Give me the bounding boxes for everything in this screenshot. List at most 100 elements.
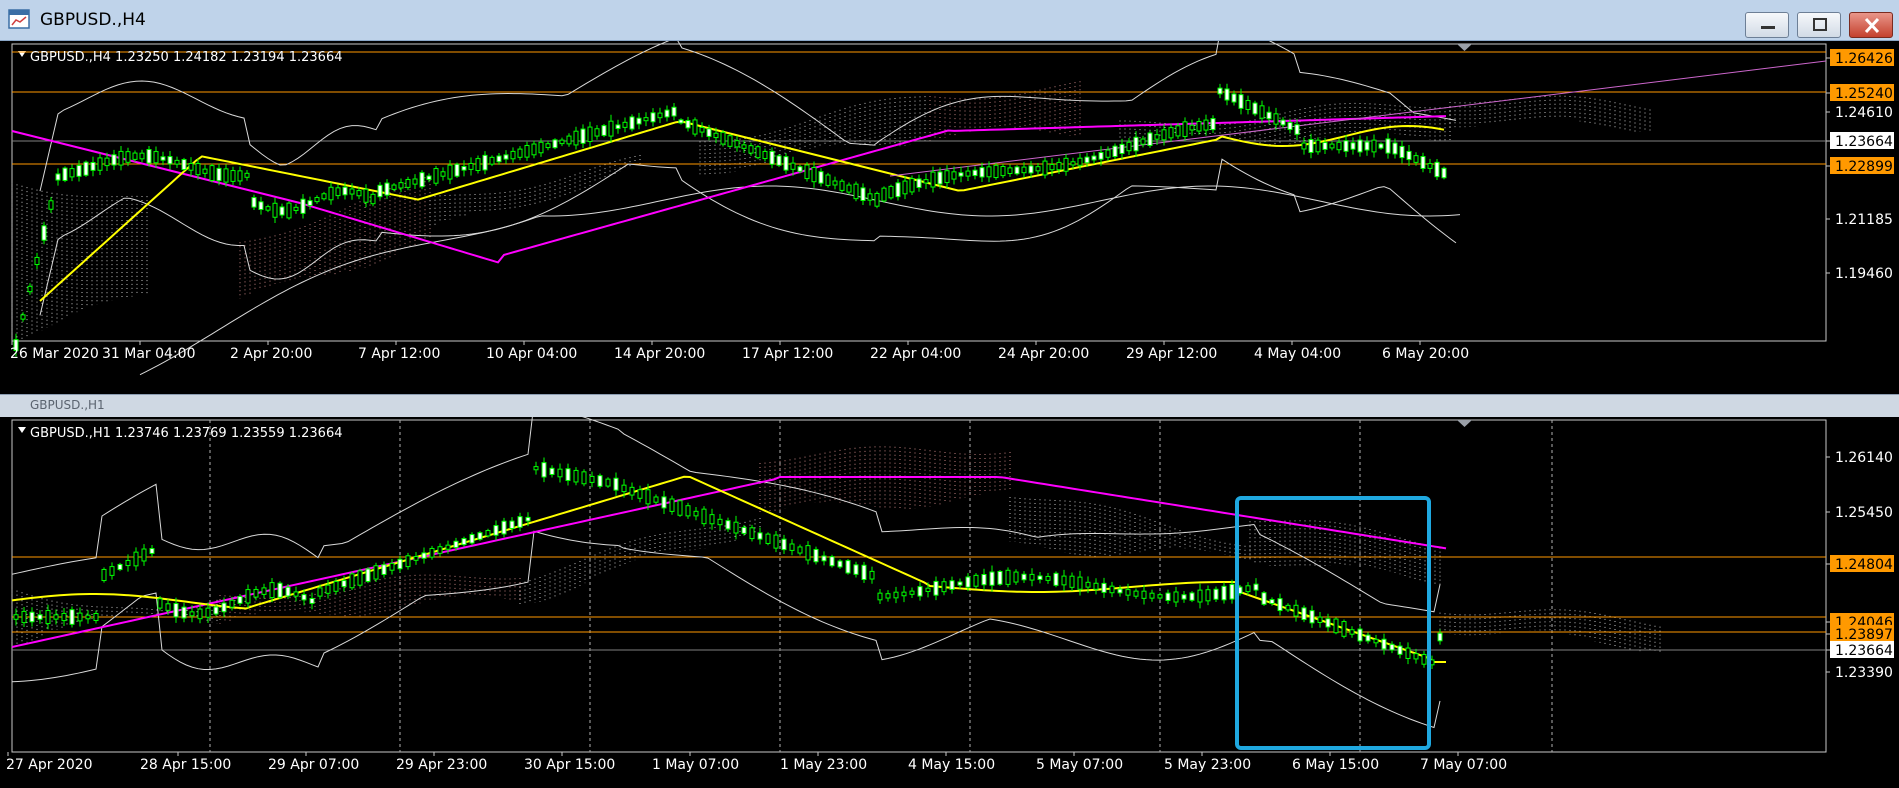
candle-body: [669, 498, 675, 512]
candle-body: [1125, 589, 1131, 596]
chart-panel-h4[interactable]: 1.26426 1.25240 1.24610 1.23664 1.22899 1.211…: [0, 41, 1899, 394]
candle-body: [552, 139, 558, 149]
candle-body: [733, 521, 739, 534]
candle-body: [1231, 93, 1237, 103]
price-axis-label: 1.23664: [1835, 134, 1893, 150]
candle-body: [797, 166, 803, 172]
candle-body: [531, 143, 537, 156]
price-axis-label: 1.25450: [1835, 505, 1893, 521]
candle-body: [1165, 592, 1171, 601]
candle-body: [757, 532, 763, 540]
candle-body: [258, 201, 264, 210]
candle-body: [725, 520, 731, 530]
candle-body: [1238, 94, 1244, 109]
candle-body: [933, 580, 939, 596]
candle-body: [860, 187, 866, 202]
candle-body: [1413, 653, 1419, 660]
candle-body: [309, 598, 315, 604]
candle-body: [1197, 589, 1203, 603]
candle-body: [1343, 140, 1349, 152]
time-axis-label: 24 Apr 20:00: [998, 346, 1089, 362]
candle-body: [1109, 585, 1115, 594]
candle-body: [90, 161, 96, 171]
candle-body: [1105, 149, 1111, 158]
candle-body: [1112, 145, 1118, 157]
chart-panel-h1[interactable]: 1.26140 1.25450 1.24804 1.24046 1.23897 1.236…: [0, 417, 1899, 788]
candle-body: [909, 590, 915, 595]
candle-body: [1140, 138, 1146, 145]
candle-body: [699, 127, 705, 133]
panel-separator[interactable]: GBPUSD.,H1: [0, 394, 1899, 418]
candle-body: [874, 192, 880, 207]
time-axis-label: 30 Apr 15:00: [524, 757, 615, 773]
chart-canvas-h1[interactable]: 1.261401.254501.248041.240461.238971.236…: [0, 417, 1899, 788]
candle-body: [1157, 594, 1163, 599]
candle-body: [1175, 125, 1181, 137]
candle-body: [1406, 150, 1412, 161]
candle-body: [261, 587, 267, 595]
maximize-button[interactable]: [1797, 12, 1841, 38]
candle-body: [1053, 572, 1059, 586]
candle-body: [965, 576, 971, 588]
candle-body: [277, 582, 283, 598]
candle-body: [97, 157, 103, 171]
candle-body: [173, 603, 179, 618]
candle-body: [1333, 618, 1339, 634]
candle-body: [426, 175, 432, 181]
candle-body: [923, 179, 929, 184]
candle-body: [1437, 632, 1443, 642]
candle-body: [781, 538, 787, 551]
chart-canvas-h4[interactable]: 1.26426 1.25240 1.24610 1.23664 1.22899 1.211…: [0, 41, 1899, 394]
candle-body: [398, 182, 404, 189]
candle-body: [589, 475, 595, 483]
candle-body: [221, 602, 227, 613]
candle-body: [1221, 585, 1227, 601]
candle-body: [1389, 643, 1395, 651]
candle-body: [83, 161, 89, 176]
window-titlebar[interactable]: GBPUSD.,H4: [0, 0, 1899, 41]
candle-body: [272, 202, 278, 218]
candle-body: [132, 152, 138, 160]
candle-body: [989, 571, 995, 586]
candle-body: [501, 520, 507, 535]
candle-body: [811, 167, 817, 183]
candle-body: [27, 285, 33, 293]
candle-body: [1035, 166, 1041, 172]
candle-body: [845, 560, 851, 574]
shift-marker-icon: [1457, 420, 1472, 427]
candle-body: [1385, 138, 1391, 154]
candle-body: [762, 150, 768, 160]
candle-body: [1317, 616, 1323, 623]
trend-line: [889, 60, 1827, 177]
candle-body: [461, 538, 467, 546]
candle-body: [301, 594, 307, 601]
candle-body: [629, 486, 635, 496]
candle-body: [117, 563, 123, 571]
price-axis-label: 1.23664: [1835, 643, 1893, 659]
time-axis-label: 17 Apr 12:00: [742, 346, 833, 362]
time-axis-label: 5 May 23:00: [1164, 757, 1251, 773]
candle-body: [468, 162, 474, 170]
price-axis-label: 1.23390: [1835, 665, 1893, 681]
candle-body: [930, 171, 936, 188]
time-axis-label: 7 May 07:00: [1420, 757, 1507, 773]
candle-body: [1378, 143, 1384, 149]
candle-body: [1277, 598, 1283, 612]
candle-body: [517, 516, 523, 528]
candle-body: [1161, 129, 1167, 141]
candle-body: [493, 525, 499, 536]
minimize-button[interactable]: [1745, 12, 1789, 38]
candle-body: [1091, 155, 1097, 161]
time-axis-label: 6 May 20:00: [1382, 346, 1469, 362]
candle-body: [565, 468, 571, 481]
candle-body: [1336, 141, 1342, 151]
candle-body: [533, 466, 539, 471]
candle-body: [391, 184, 397, 190]
candle-body: [1301, 142, 1307, 150]
candle-body: [1181, 594, 1187, 600]
candle-body: [1189, 124, 1195, 131]
plot-frame: [11, 419, 1827, 753]
candle-body: [957, 581, 963, 586]
candle-body: [1210, 118, 1216, 131]
close-button[interactable]: [1849, 12, 1893, 38]
